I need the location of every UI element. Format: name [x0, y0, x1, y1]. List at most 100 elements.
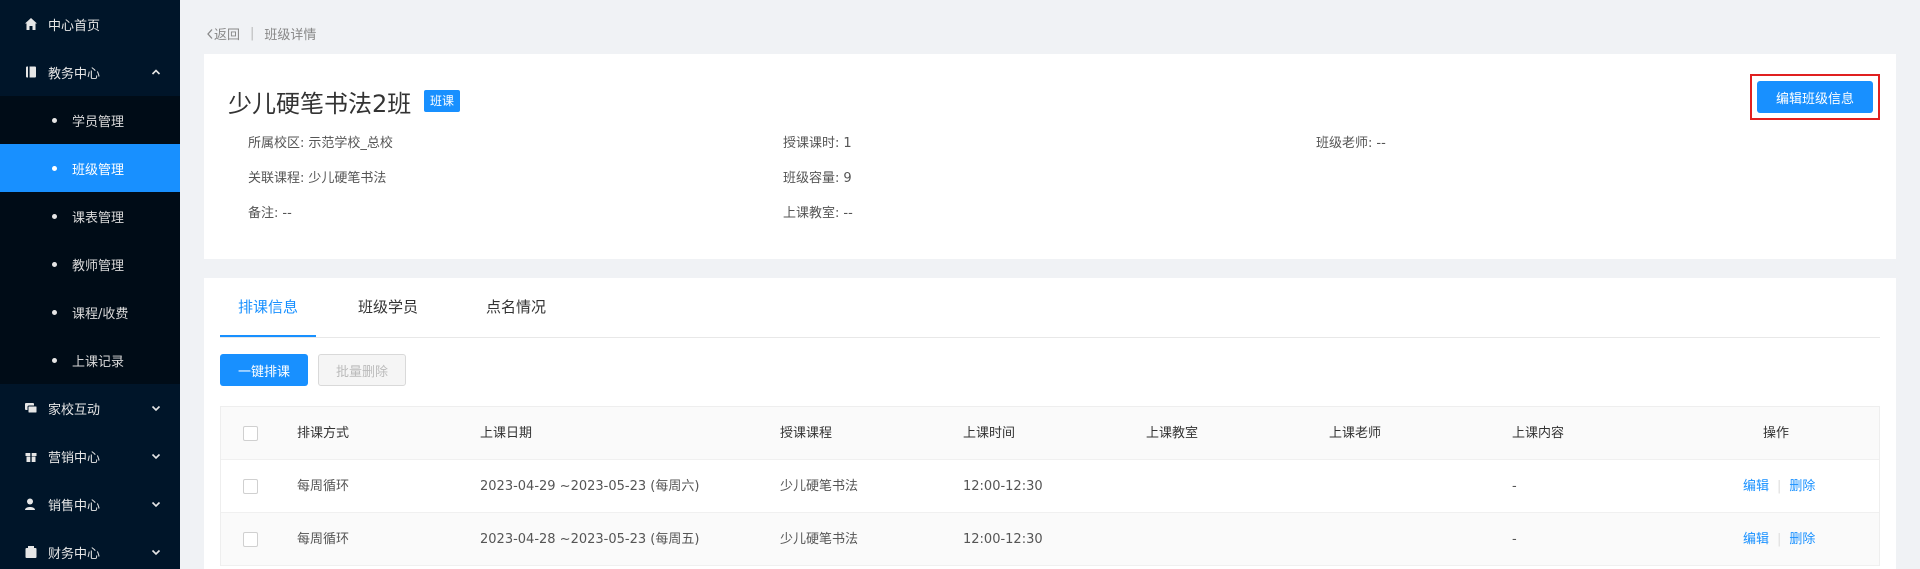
finance-icon	[24, 545, 38, 559]
cell-actions: 编辑 | 删除	[1743, 460, 1815, 513]
column-header: 排课方式	[297, 426, 350, 441]
action-divider: |	[1777, 532, 1782, 547]
delete-link[interactable]: 删除	[1789, 532, 1815, 547]
bullet-icon	[52, 357, 57, 363]
sidebar-item-label: 学员管理	[72, 114, 125, 130]
chat-icon	[24, 401, 38, 415]
sidebar-item-label: 教师管理	[72, 258, 125, 274]
cell-course: 少儿硬笔书法	[780, 479, 859, 494]
cell-date: 2023-04-29 ~2023-05-23 (每周六)	[480, 479, 700, 494]
info-remark-label: 备注:	[248, 206, 279, 221]
info-teacher-value: --	[1376, 136, 1386, 151]
cell-course: 少儿硬笔书法	[780, 532, 859, 547]
info-room-value: --	[843, 206, 853, 221]
book-icon	[24, 65, 38, 79]
cell-mode: 每周循环	[297, 532, 350, 547]
sidebar-item-class-records[interactable]: 上课记录	[0, 336, 180, 384]
info-hours: 授课课时: 1	[783, 132, 852, 151]
select-all-checkbox[interactable]	[243, 426, 258, 441]
column-header: 上课教室	[1146, 426, 1199, 441]
column-header: 授课课程	[780, 426, 833, 441]
chevron-down-icon	[150, 450, 162, 462]
column-header: 操作	[1763, 426, 1790, 441]
page-title: 少儿硬笔书法2班	[228, 90, 412, 118]
tab-schedule-info[interactable]: 排课信息	[220, 277, 316, 337]
sidebar-item-label: 中心首页	[48, 18, 101, 34]
sidebar-item-courses-fees[interactable]: 课程/收费	[0, 288, 180, 336]
info-room: 上课教室: --	[783, 202, 853, 221]
sidebar-item-finance[interactable]: 财务中心	[0, 528, 180, 569]
chevron-down-icon	[150, 402, 162, 414]
main-content: 返回 | 班级详情 少儿硬笔书法2班 班课 编辑班级信息 所属校区: 示范学校_总…	[180, 0, 1920, 569]
table-header-row: 排课方式 上课日期 授课课程 上课时间 上课教室 上课老师 上课内容 操作	[221, 407, 1879, 460]
info-capacity: 班级容量: 9	[783, 167, 852, 186]
sidebar: 中心首页 教务中心 学员管理 班级管理 课表管理 教师管理 课程/收费 上课记录…	[0, 0, 180, 569]
sidebar-submenu-academic: 学员管理 班级管理 课表管理 教师管理 课程/收费 上课记录	[0, 96, 180, 384]
edit-link[interactable]: 编辑	[1743, 532, 1769, 547]
bullet-icon	[52, 213, 57, 219]
breadcrumb: 返回 | 班级详情	[206, 24, 316, 43]
schedule-card: 排课信息 班级学员 点名情况 一键排课 批量删除 排课方式 上课日期 授课课程 …	[204, 278, 1896, 569]
cell-content: -	[1512, 532, 1517, 547]
bullet-icon	[52, 309, 57, 315]
chevron-left-icon	[207, 28, 213, 39]
info-campus-value: 示范学校_总校	[308, 136, 393, 151]
sidebar-item-label: 财务中心	[48, 546, 101, 562]
sidebar-item-label: 营销中心	[48, 450, 101, 466]
row-checkbox[interactable]	[243, 532, 258, 547]
edit-class-info-button[interactable]: 编辑班级信息	[1757, 81, 1873, 113]
info-capacity-label: 班级容量:	[783, 171, 840, 186]
sidebar-item-label: 家校互动	[48, 402, 101, 418]
cell-actions: 编辑 | 删除	[1743, 513, 1815, 566]
sidebar-item-teachers[interactable]: 教师管理	[0, 240, 180, 288]
info-campus: 所属校区: 示范学校_总校	[248, 132, 393, 151]
sidebar-item-marketing[interactable]: 营销中心	[0, 432, 180, 480]
edit-link[interactable]: 编辑	[1743, 479, 1769, 494]
chevron-down-icon	[150, 498, 162, 510]
sidebar-item-students[interactable]: 学员管理	[0, 96, 180, 144]
column-header: 上课日期	[480, 426, 533, 441]
sidebar-item-home[interactable]: 中心首页	[0, 0, 180, 48]
sidebar-item-label: 班级管理	[72, 162, 125, 178]
auto-schedule-button[interactable]: 一键排课	[220, 354, 308, 386]
tab-bar: 排课信息 班级学员 点名情况	[220, 278, 1880, 338]
info-remark: 备注: --	[248, 202, 292, 221]
info-room-label: 上课教室:	[783, 206, 840, 221]
back-label: 返回	[214, 28, 241, 43]
sidebar-item-timetable[interactable]: 课表管理	[0, 192, 180, 240]
cell-content: -	[1512, 479, 1517, 494]
chevron-up-icon	[150, 66, 162, 78]
info-remark-value: --	[282, 206, 292, 221]
schedule-table: 排课方式 上课日期 授课课程 上课时间 上课教室 上课老师 上课内容 操作 每周…	[220, 406, 1880, 566]
info-teacher: 班级老师: --	[1316, 132, 1386, 151]
sidebar-item-classes[interactable]: 班级管理	[0, 144, 180, 192]
batch-delete-button: 批量删除	[318, 354, 406, 386]
edit-button-highlight: 编辑班级信息	[1750, 74, 1880, 120]
info-course-value: 少儿硬笔书法	[308, 171, 387, 186]
info-hours-value: 1	[843, 136, 852, 151]
tab-class-students[interactable]: 班级学员	[340, 277, 436, 337]
sidebar-item-sales[interactable]: 销售中心	[0, 480, 180, 528]
tab-attendance[interactable]: 点名情况	[468, 277, 564, 337]
column-header: 上课老师	[1329, 426, 1382, 441]
action-divider: |	[1777, 479, 1782, 494]
sidebar-item-home-school[interactable]: 家校互动	[0, 384, 180, 432]
info-course: 关联课程: 少儿硬笔书法	[248, 167, 386, 186]
breadcrumb-current: 班级详情	[264, 28, 317, 43]
sidebar-item-label: 上课记录	[72, 354, 125, 370]
cell-time: 12:00-12:30	[963, 479, 1043, 494]
home-icon	[24, 17, 38, 31]
sidebar-item-label: 教务中心	[48, 66, 101, 82]
sidebar-item-label: 销售中心	[48, 498, 101, 514]
bullet-icon	[52, 261, 57, 267]
delete-link[interactable]: 删除	[1789, 479, 1815, 494]
sidebar-item-label: 课表管理	[72, 210, 125, 226]
column-header: 上课时间	[963, 426, 1016, 441]
info-campus-label: 所属校区:	[248, 136, 305, 151]
sidebar-item-academic[interactable]: 教务中心	[0, 48, 180, 96]
user-icon	[24, 497, 38, 511]
back-link[interactable]: 返回	[206, 24, 240, 43]
table-row: 每周循环 2023-04-29 ~2023-05-23 (每周六) 少儿硬笔书法…	[221, 460, 1879, 513]
row-checkbox[interactable]	[243, 479, 258, 494]
chevron-down-icon	[150, 546, 162, 558]
